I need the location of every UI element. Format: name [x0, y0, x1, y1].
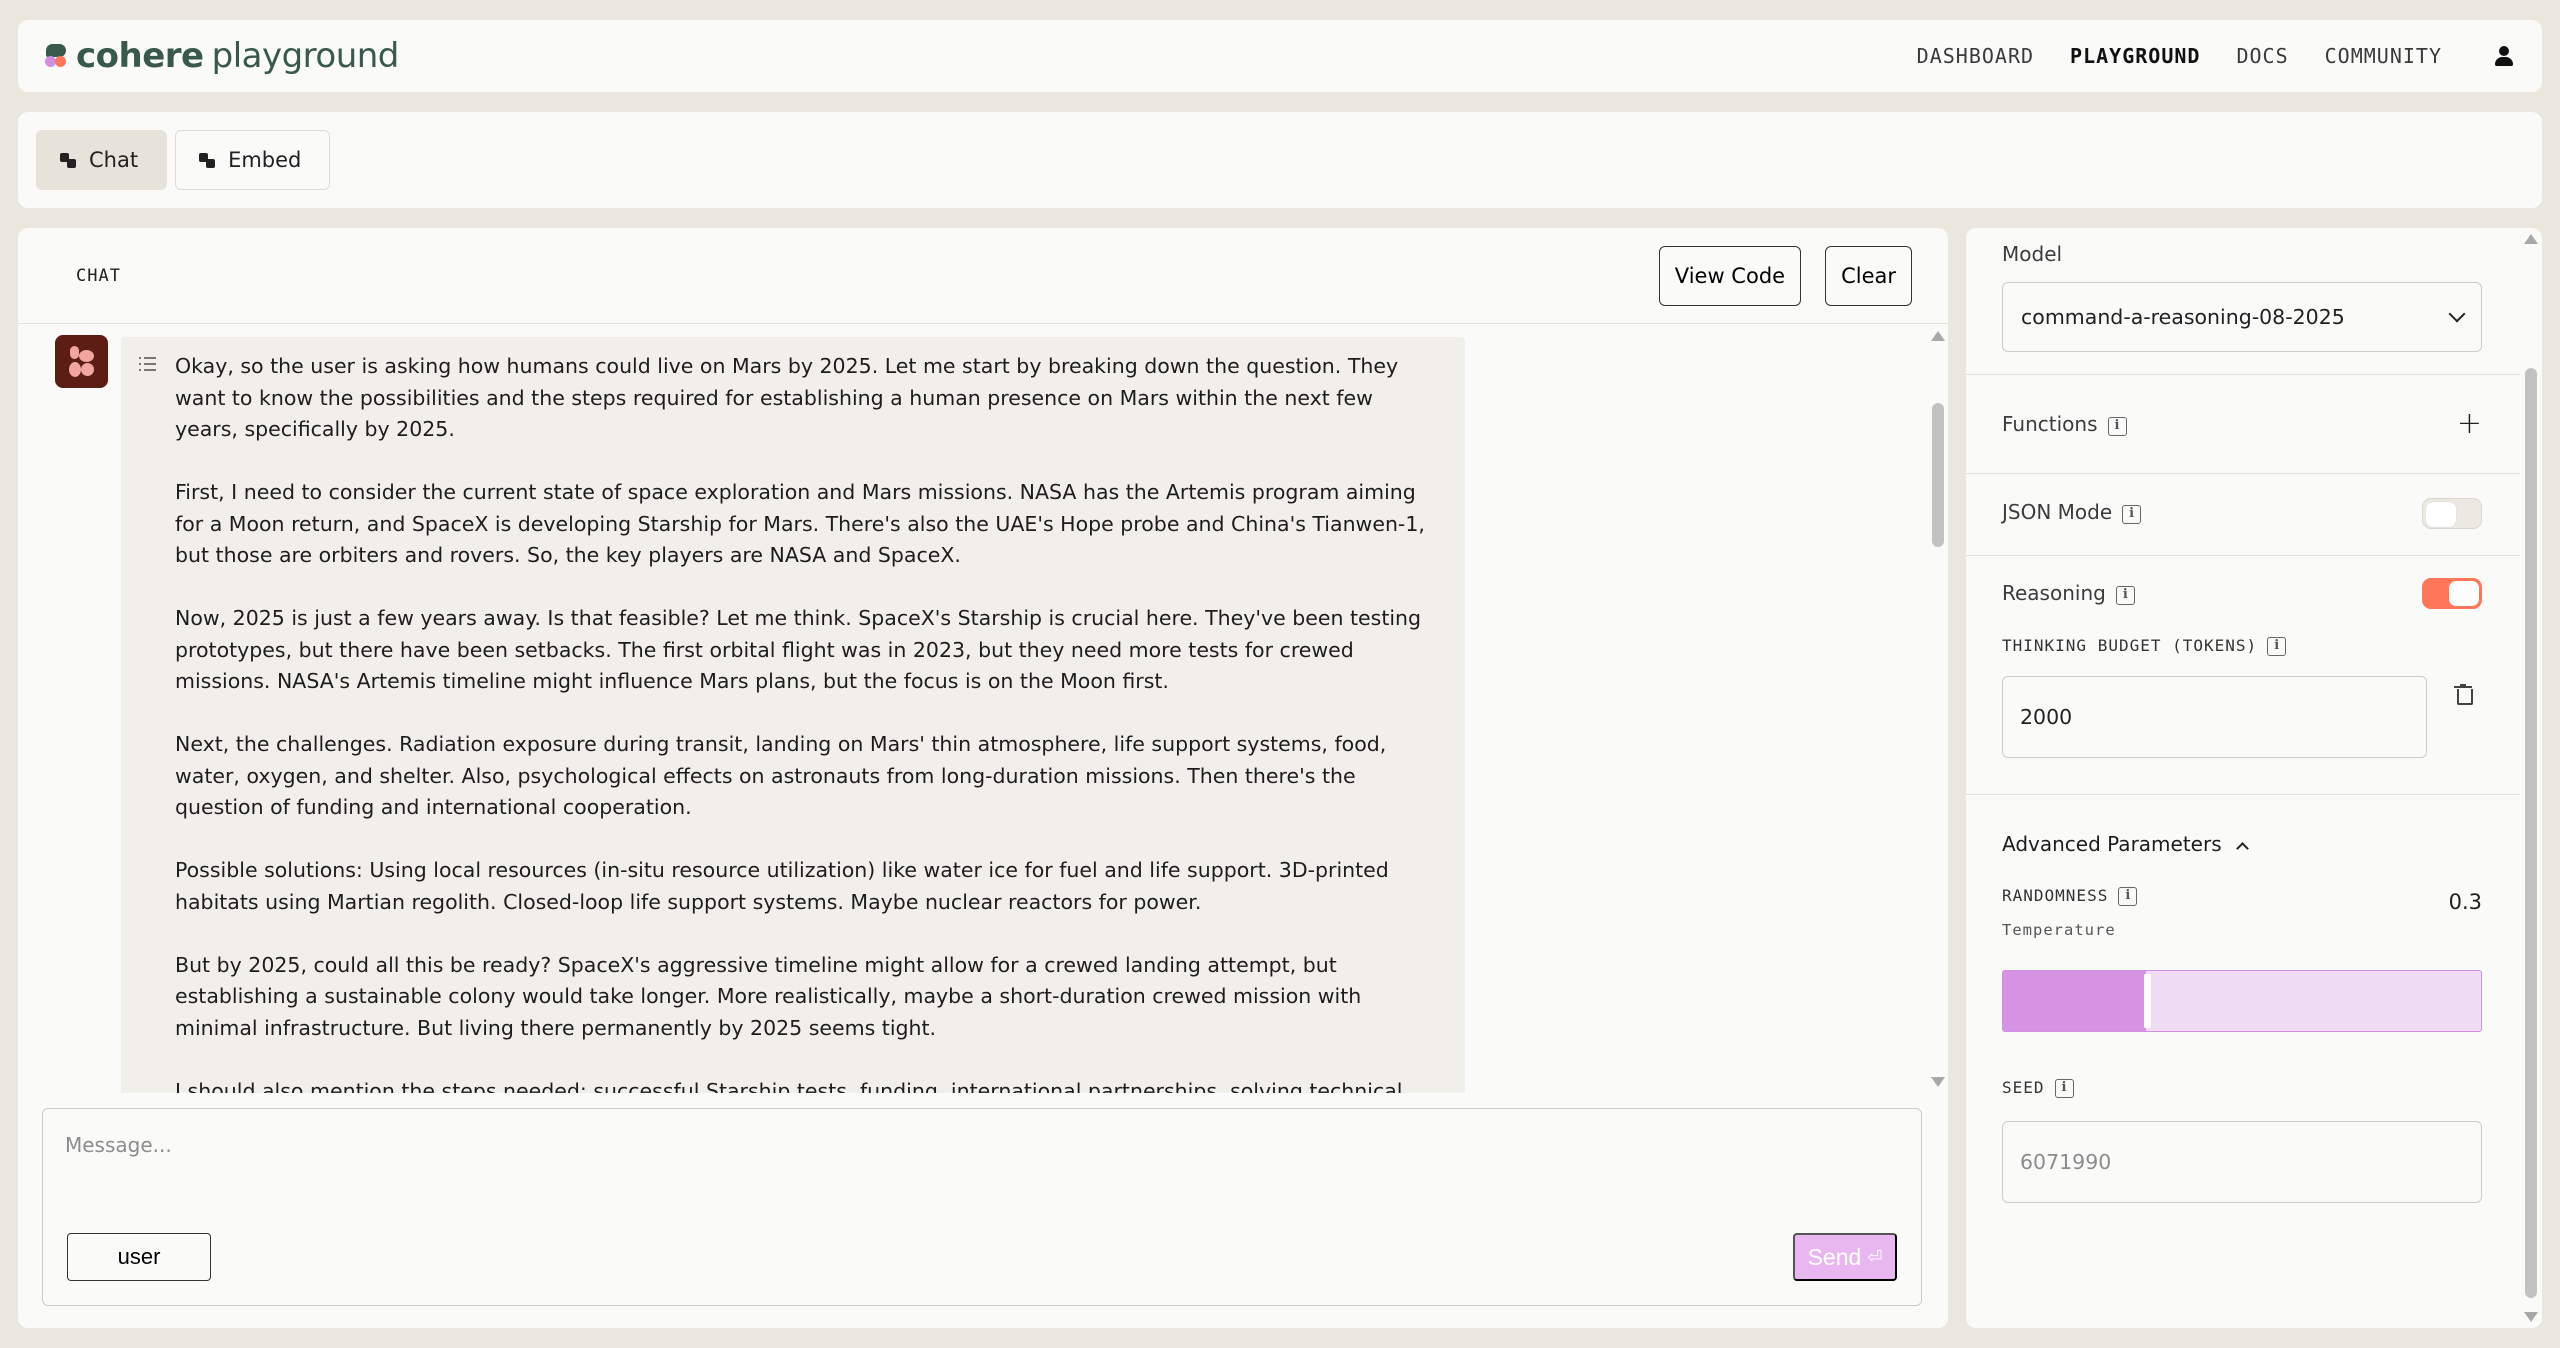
scroll-up-icon[interactable]	[1931, 331, 1945, 341]
randomness-row: RANDOMNESS i 0.3	[2002, 886, 2482, 914]
nav-links: DASHBOARD PLAYGROUND DOCS COMMUNITY	[1917, 44, 2516, 68]
mode-tabs: Chat Embed	[18, 112, 2542, 208]
temperature-label: Temperature	[2002, 921, 2116, 939]
seed-input[interactable]	[2020, 1150, 2464, 1174]
cohere-logo[interactable]: cohere playground	[44, 36, 399, 76]
divider	[1966, 374, 2520, 375]
logo-text: cohere playground	[76, 36, 399, 76]
reasoning-paragraph: Possible solutions: Using local resource…	[175, 858, 1389, 914]
cohere-logo-icon	[44, 42, 68, 70]
chevron-up-icon	[2235, 842, 2249, 855]
list-icon[interactable]	[139, 356, 157, 372]
nav-link-docs[interactable]: DOCS	[2236, 44, 2288, 68]
thinking-budget-input-box	[2002, 676, 2427, 758]
scroll-down-icon[interactable]	[1931, 1077, 1945, 1087]
chat-header: CHAT View Code Clear	[18, 228, 1948, 324]
slider-handle[interactable]	[2144, 974, 2151, 1028]
send-button[interactable]: Send ⏎	[1793, 1233, 1897, 1281]
randomness-label: RANDOMNESS	[2002, 886, 2109, 905]
scroll-up-icon[interactable]	[2524, 234, 2538, 244]
divider	[1966, 794, 2520, 795]
json-mode-label: JSON Mode	[2002, 500, 2113, 524]
chat-panel: CHAT View Code Clear Okay, so the user i…	[18, 228, 1948, 1328]
return-icon: ⏎	[1867, 1246, 1883, 1267]
delete-budget-button[interactable]	[2450, 676, 2474, 716]
seed-row: SEED i	[2002, 1078, 2482, 1098]
clear-button[interactable]: Clear	[1825, 245, 1912, 306]
user-account-icon[interactable]	[2492, 44, 2516, 68]
advanced-parameters-toggle[interactable]: Advanced Parameters	[2002, 832, 2482, 856]
nav-link-dashboard[interactable]: DASHBOARD	[1917, 44, 2034, 68]
message-scrollbar[interactable]	[1928, 325, 1948, 1093]
message-composer: user Send ⏎	[42, 1108, 1922, 1306]
functions-label: Functions	[2002, 412, 2098, 436]
seed-input-box	[2002, 1121, 2482, 1203]
tab-embed-label: Embed	[228, 148, 302, 172]
divider	[1966, 473, 2520, 474]
tab-chat-label: Chat	[89, 148, 139, 172]
info-icon[interactable]: i	[2122, 505, 2142, 524]
nav-link-playground[interactable]: PLAYGROUND	[2070, 44, 2200, 68]
reasoning-message: Okay, so the user is asking how humans c…	[121, 337, 1465, 1093]
add-function-icon[interactable]: +	[2457, 406, 2482, 441]
reasoning-paragraph: Okay, so the user is asking how humans c…	[175, 354, 1399, 441]
message-list[interactable]: Okay, so the user is asking how humans c…	[18, 325, 1948, 1093]
chevron-down-icon	[2448, 305, 2466, 323]
functions-row: Functions i +	[2002, 406, 2482, 441]
reasoning-row: Reasoning i	[2002, 578, 2482, 609]
embed-icon	[198, 151, 216, 169]
assistant-avatar	[55, 335, 108, 388]
settings-scrollbar[interactable]	[2520, 228, 2542, 1328]
send-label: Send	[1807, 1243, 1862, 1270]
reasoning-paragraph: Next, the challenges. Radiation exposure…	[175, 732, 1387, 819]
chat-title: CHAT	[76, 265, 121, 286]
thinking-budget-label: THINKING BUDGET (TOKENS)	[2002, 636, 2258, 655]
top-nav: cohere playground DASHBOARD PLAYGROUND DO…	[18, 20, 2542, 92]
scrollbar-thumb[interactable]	[2525, 368, 2537, 1298]
trash-icon	[2454, 684, 2473, 705]
json-mode-row: JSON Mode i	[2002, 498, 2482, 529]
scrollbar-thumb[interactable]	[1932, 403, 1944, 547]
slider-fill	[2003, 971, 2146, 1031]
divider	[1966, 555, 2520, 556]
advanced-parameters-label: Advanced Parameters	[2002, 832, 2222, 856]
chat-icon	[59, 151, 77, 169]
tab-embed[interactable]: Embed	[175, 130, 331, 190]
info-icon[interactable]: i	[2107, 417, 2127, 436]
scroll-down-icon[interactable]	[2524, 1312, 2538, 1322]
view-code-button[interactable]: View Code	[1658, 245, 1802, 306]
reasoning-paragraph: First, I need to consider the current st…	[175, 480, 1425, 567]
info-icon[interactable]: i	[2118, 887, 2138, 906]
model-select[interactable]: command-a-reasoning-08-2025	[2002, 282, 2482, 352]
message-input[interactable]	[65, 1133, 1765, 1173]
reasoning-label: Reasoning	[2002, 581, 2106, 605]
role-select-button[interactable]: user	[67, 1233, 211, 1281]
info-icon[interactable]: i	[2115, 586, 2135, 605]
settings-panel: Model command-a-reasoning-08-2025 Functi…	[1966, 228, 2542, 1328]
model-value: command-a-reasoning-08-2025	[2021, 305, 2345, 329]
temperature-value: 0.3	[2448, 890, 2482, 914]
nav-link-community[interactable]: COMMUNITY	[2325, 44, 2442, 68]
info-icon[interactable]: i	[2054, 1079, 2074, 1098]
reasoning-paragraph: Now, 2025 is just a few years away. Is t…	[175, 606, 1422, 693]
seed-label: SEED	[2002, 1078, 2045, 1097]
reasoning-paragraph: I should also mention the steps needed: …	[175, 1078, 1403, 1094]
thinking-budget-input[interactable]	[2020, 705, 2409, 729]
info-icon[interactable]: i	[2267, 637, 2287, 656]
reasoning-toggle[interactable]	[2422, 578, 2482, 609]
json-mode-toggle[interactable]	[2422, 498, 2482, 529]
model-label: Model	[2002, 242, 2063, 266]
tab-chat[interactable]: Chat	[36, 130, 168, 190]
thinking-budget-row: THINKING BUDGET (TOKENS) i	[2002, 636, 2482, 656]
temperature-slider[interactable]	[2002, 970, 2482, 1032]
reasoning-paragraph: But by 2025, could all this be ready? Sp…	[175, 952, 1362, 1040]
